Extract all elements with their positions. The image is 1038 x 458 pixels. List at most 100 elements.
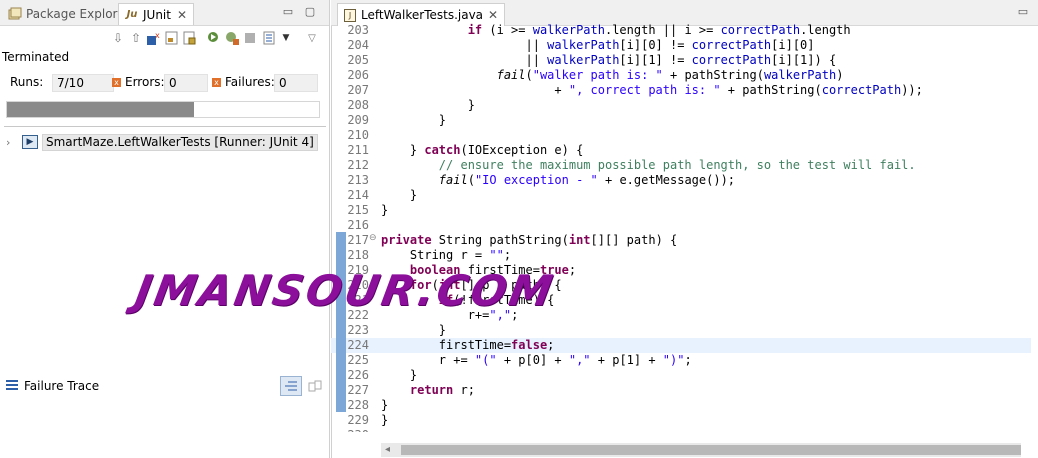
code-line[interactable]: 203 if (i >= walkerPath.length || i >= c… bbox=[331, 23, 1031, 38]
code-text[interactable]: } bbox=[381, 203, 388, 218]
code-line[interactable]: 206 fail("walker path is: " + pathString… bbox=[331, 68, 1031, 83]
code-text[interactable]: r+=","; bbox=[381, 308, 519, 323]
code-line[interactable]: 207 + ", correct path is: " + pathString… bbox=[331, 83, 1031, 98]
line-number: 212 bbox=[347, 158, 369, 172]
code-line[interactable]: 209 } bbox=[331, 113, 1031, 128]
code-line[interactable]: 222 r+=","; bbox=[331, 308, 1031, 323]
junit-icon: Ju bbox=[126, 9, 138, 20]
expand-arrow-icon[interactable]: › bbox=[6, 136, 10, 149]
close-icon[interactable]: ✕ bbox=[488, 8, 498, 22]
filter-stack-trace-button[interactable] bbox=[280, 376, 302, 396]
code-text[interactable]: if(!firstTime) { bbox=[381, 293, 555, 308]
rerun-failed-first-icon[interactable] bbox=[224, 30, 240, 46]
code-text[interactable]: } bbox=[381, 368, 417, 383]
test-tree-item[interactable]: SmartMaze.LeftWalkerTests [Runner: JUnit… bbox=[42, 134, 318, 151]
line-number: 214 bbox=[347, 188, 369, 202]
code-text[interactable]: boolean firstTime=true; bbox=[381, 263, 576, 278]
code-text[interactable]: return r; bbox=[381, 383, 475, 398]
code-editor: J LeftWalkerTests.java ✕ ▭ 203 if (i >= … bbox=[331, 0, 1038, 458]
test-tree: › ▶ SmartMaze.LeftWalkerTests [Runner: J… bbox=[0, 132, 330, 154]
code-line[interactable]: 227 return r; bbox=[331, 383, 1031, 398]
runs-label: Runs: bbox=[10, 75, 44, 89]
line-number: 205 bbox=[347, 53, 369, 67]
rerun-test-icon[interactable] bbox=[206, 30, 222, 46]
code-text[interactable]: fail("IO exception - " + e.getMessage())… bbox=[381, 173, 735, 188]
tab-junit[interactable]: Ju JUnit ✕ bbox=[118, 3, 195, 25]
code-text[interactable]: || walkerPath[i][1] != correctPath[i][1]… bbox=[381, 53, 836, 68]
code-text[interactable]: } bbox=[381, 188, 417, 203]
test-run-history-icon[interactable] bbox=[262, 30, 278, 46]
code-text[interactable]: if (i >= walkerPath.length || i >= corre… bbox=[381, 23, 851, 38]
code-line[interactable]: 225 r += "(" + p[0] + "," + p[1] + ")"; bbox=[331, 353, 1031, 368]
code-text[interactable]: } bbox=[381, 98, 475, 113]
show-failures-only-icon[interactable]: x bbox=[146, 30, 162, 46]
code-text[interactable]: } bbox=[381, 398, 388, 413]
code-text[interactable]: // ensure the maximum possible path leng… bbox=[381, 158, 916, 173]
previous-failure-icon[interactable]: ⇧ bbox=[128, 30, 144, 46]
failure-icon: x bbox=[212, 77, 221, 87]
code-text[interactable]: } bbox=[381, 113, 446, 128]
lock-icon[interactable] bbox=[182, 30, 198, 46]
code-line[interactable]: 216 bbox=[331, 218, 1031, 233]
change-marker-ruler bbox=[336, 232, 346, 412]
horizontal-scrollbar[interactable] bbox=[381, 443, 1021, 457]
code-text[interactable]: firstTime=false; bbox=[381, 338, 555, 353]
close-icon[interactable]: ✕ bbox=[177, 8, 187, 22]
tab-package-explorer[interactable]: Package Explorer bbox=[2, 3, 136, 25]
code-line[interactable]: 221 if(!firstTime) { bbox=[331, 293, 1031, 308]
code-line[interactable]: 208 } bbox=[331, 98, 1031, 113]
code-line[interactable]: 219 boolean firstTime=true; bbox=[331, 263, 1031, 278]
code-line[interactable]: 212 // ensure the maximum possible path … bbox=[331, 158, 1031, 173]
failure-trace-label: Failure Trace bbox=[24, 379, 100, 393]
history-dropdown-icon[interactable]: ▼ bbox=[278, 30, 294, 46]
code-text[interactable]: + ", correct path is: " + pathString(cor… bbox=[381, 83, 923, 98]
minimize-icon[interactable]: ▭ bbox=[282, 6, 294, 18]
tab-package-explorer-label: Package Explorer bbox=[26, 7, 130, 21]
maximize-icon[interactable]: ▢ bbox=[304, 6, 316, 18]
code-line[interactable]: 223 } bbox=[331, 323, 1031, 338]
code-line[interactable]: 210 bbox=[331, 128, 1031, 143]
stop-icon[interactable] bbox=[242, 30, 258, 46]
scroll-left-arrow-icon[interactable]: ◂ bbox=[385, 444, 390, 455]
errors-label: Errors: bbox=[125, 75, 165, 89]
code-line[interactable]: 204 || walkerPath[i][0] != correctPath[i… bbox=[331, 38, 1031, 53]
code-text[interactable]: } bbox=[381, 323, 446, 338]
junit-toolbar: ⇩ ⇧ x ▼ ▽ bbox=[110, 27, 330, 49]
line-number: 216 bbox=[347, 218, 369, 232]
code-area[interactable]: 203 if (i >= walkerPath.length || i >= c… bbox=[331, 22, 1038, 432]
code-text[interactable]: private String pathString(int[][] path) … bbox=[381, 233, 677, 248]
scroll-lock-icon[interactable] bbox=[164, 30, 180, 46]
code-text[interactable]: r += "(" + p[0] + "," + p[1] + ")"; bbox=[381, 353, 692, 368]
code-text[interactable]: String r = ""; bbox=[381, 248, 511, 263]
code-line[interactable]: 214 } bbox=[331, 188, 1031, 203]
compare-results-icon[interactable] bbox=[304, 376, 326, 396]
code-text[interactable]: } catch(IOException e) { bbox=[381, 143, 583, 158]
code-line[interactable]: 211 } catch(IOException e) { bbox=[331, 143, 1031, 158]
code-line[interactable]: 220 for(int[] p : path) { bbox=[331, 278, 1031, 293]
code-text[interactable]: fail("walker path is: " + pathString(wal… bbox=[381, 68, 844, 83]
code-line[interactable]: 205 || walkerPath[i][1] != correctPath[i… bbox=[331, 53, 1031, 68]
collapse-icon[interactable]: ⊖ bbox=[369, 233, 377, 243]
left-tab-bar: Package Explorer Ju JUnit ✕ ▭ ▢ bbox=[0, 0, 329, 26]
errors-counter: x Errors: 0 bbox=[112, 74, 208, 92]
code-text[interactable]: || walkerPath[i][0] != correctPath[i][0] bbox=[381, 38, 814, 53]
next-failure-icon[interactable]: ⇩ bbox=[110, 30, 126, 46]
code-line[interactable]: 215} bbox=[331, 203, 1031, 218]
code-text[interactable]: for(int[] p : path) { bbox=[381, 278, 562, 293]
code-line[interactable]: 229} bbox=[331, 413, 1031, 428]
minimize-editor-icon[interactable]: ▭ bbox=[1017, 6, 1029, 18]
code-line[interactable]: 226 } bbox=[331, 368, 1031, 383]
code-line[interactable]: 224 firstTime=false; bbox=[331, 338, 1031, 353]
code-line[interactable]: 217 private String pathString(int[][] pat… bbox=[331, 233, 1031, 248]
code-line[interactable]: 218 String r = ""; bbox=[331, 248, 1031, 263]
line-number: 208 bbox=[347, 98, 369, 112]
code-text[interactable]: } bbox=[381, 413, 388, 428]
code-line[interactable]: 230 bbox=[331, 428, 1031, 432]
package-explorer-icon bbox=[8, 7, 22, 21]
runs-counter: Runs: 7/10 bbox=[10, 74, 114, 92]
code-line[interactable]: 213 fail("IO exception - " + e.getMessag… bbox=[331, 173, 1031, 188]
scrollbar-thumb[interactable] bbox=[401, 445, 1021, 455]
run-counters: Runs: 7/10 x Errors: 0 x Failures: 0 bbox=[0, 72, 330, 94]
code-line[interactable]: 228} bbox=[331, 398, 1031, 413]
view-menu-icon[interactable]: ▽ bbox=[304, 30, 320, 46]
